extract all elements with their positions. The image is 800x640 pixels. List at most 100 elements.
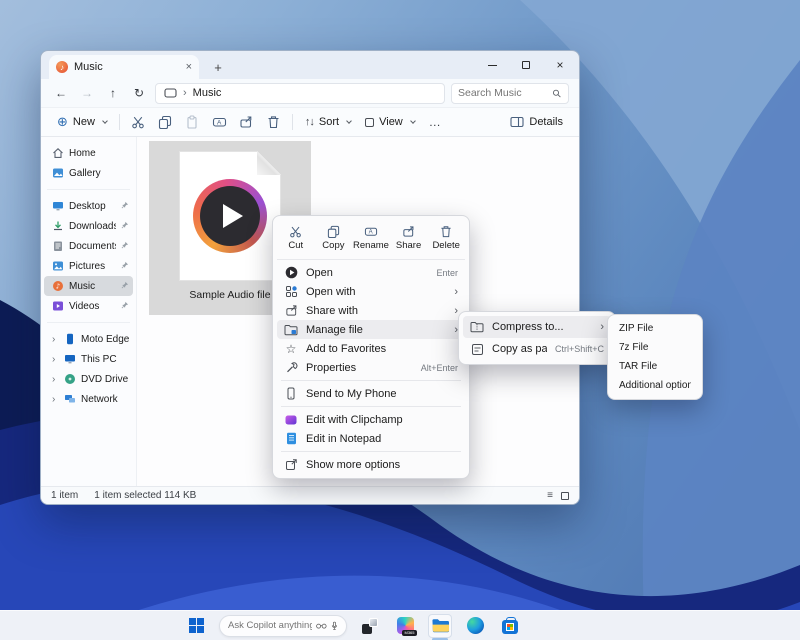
maximize-button[interactable] <box>509 51 543 79</box>
sort-button[interactable]: ↑↓ Sort <box>299 116 357 128</box>
navigation-bar: ← → ↑ ↻ › Music <box>41 79 579 107</box>
menu-item-send-to-my-phone[interactable]: Send to My Phone <box>277 384 465 403</box>
titlebar: ♪ Music × + × <box>41 51 579 79</box>
up-button[interactable]: ↑ <box>103 86 123 100</box>
menu-item-open-with[interactable]: Open with › <box>277 282 465 301</box>
rename-button[interactable]: A <box>207 111 232 133</box>
quick-action-label: Share <box>396 240 421 251</box>
delete-quick-button[interactable]: Delete <box>427 220 465 256</box>
menu-item-tar-file[interactable]: TAR File <box>612 357 698 376</box>
sidebar-item-home[interactable]: Home <box>44 143 133 163</box>
refresh-button[interactable]: ↻ <box>129 86 149 100</box>
menu-item-add-to-favorites[interactable]: ☆ Add to Favorites <box>277 339 465 358</box>
sidebar-item-documents[interactable]: Documents <box>44 236 133 256</box>
file-name-label: Sample Audio file <box>189 289 270 301</box>
edge-browser-button[interactable] <box>463 614 487 638</box>
location-icon <box>164 88 177 99</box>
sidebar-item-pictures[interactable]: Pictures <box>44 256 133 276</box>
sidebar-separator <box>47 189 130 190</box>
chevron-right-icon[interactable]: › <box>52 354 59 365</box>
microphone-icon[interactable] <box>331 620 338 632</box>
cut-button[interactable] <box>126 111 151 133</box>
copilot-search-input[interactable] <box>228 620 312 631</box>
back-button[interactable]: ← <box>51 86 71 100</box>
delete-button[interactable] <box>261 111 286 133</box>
details-button[interactable]: Details <box>504 116 569 128</box>
share-quick-button[interactable]: Share <box>390 220 428 256</box>
this-pc-icon <box>64 353 76 365</box>
menu-item-copy-as-path[interactable]: Copy as path Ctrl+Shift+C <box>463 338 611 360</box>
new-tab-button[interactable]: + <box>209 58 227 76</box>
copy-button[interactable] <box>153 111 178 133</box>
maximize-icon <box>522 61 530 69</box>
music-icon: ♪ <box>52 280 64 292</box>
menu-item-zip-file[interactable]: ZIP File <box>612 319 698 338</box>
list-view-button[interactable]: ≡ <box>547 490 553 501</box>
sidebar-item-phone[interactable]: › Moto Edge 50 Neo <box>44 329 133 349</box>
close-button[interactable]: × <box>543 51 577 79</box>
rename-quick-button[interactable]: A Rename <box>352 220 390 256</box>
search-input[interactable] <box>458 87 548 99</box>
m365-badge: M365 <box>402 630 416 636</box>
view-icon <box>365 118 374 127</box>
menu-item-shortcut: Alt+Enter <box>421 363 458 373</box>
sidebar-item-downloads[interactable]: Downloads <box>44 216 133 236</box>
quick-action-label: Copy <box>322 240 344 251</box>
search-box[interactable] <box>451 83 569 104</box>
task-view-button[interactable] <box>358 614 382 638</box>
menu-item-additional-options[interactable]: Additional options <box>612 376 698 395</box>
page-fold-corner <box>257 151 281 175</box>
share-with-icon <box>284 304 298 317</box>
menu-separator <box>281 406 461 407</box>
taskbar-search[interactable] <box>219 615 347 637</box>
chevron-right-icon[interactable]: › <box>52 394 59 405</box>
start-button[interactable] <box>184 614 208 638</box>
compress-zip-icon <box>470 321 484 333</box>
sidebar-item-dvd-drive[interactable]: › DVD Drive (D:) CCC <box>44 369 133 389</box>
tab-music[interactable]: ♪ Music × <box>49 55 199 79</box>
menu-item-7z-file[interactable]: 7z File <box>612 338 698 357</box>
menu-item-open[interactable]: Open Enter <box>277 263 465 282</box>
thumbnail-view-button[interactable] <box>561 492 569 500</box>
sidebar-item-this-pc[interactable]: › This PC <box>44 349 133 369</box>
m365-copilot-button[interactable]: M365 <box>393 614 417 638</box>
menu-item-share-with[interactable]: Share with › <box>277 301 465 320</box>
breadcrumb-chevron-icon: › <box>183 87 187 99</box>
copy-quick-button[interactable]: Copy <box>315 220 353 256</box>
copilot-vision-glasses-icon <box>316 622 327 630</box>
new-button[interactable]: ⊕ New <box>51 114 113 130</box>
menu-item-edit-in-notepad[interactable]: Edit in Notepad <box>277 429 465 448</box>
tab-close-icon[interactable]: × <box>186 61 192 73</box>
cut-quick-button[interactable]: Cut <box>277 220 315 256</box>
menu-item-label: 7z File <box>619 342 691 353</box>
menu-item-compress-to[interactable]: Compress to... › <box>463 316 611 338</box>
edge-browser-icon <box>467 617 484 634</box>
sidebar-item-network[interactable]: › Network <box>44 389 133 409</box>
microsoft-store-button[interactable] <box>498 614 522 638</box>
chevron-right-icon[interactable]: › <box>52 334 59 345</box>
chevron-right-icon[interactable]: › <box>52 374 59 385</box>
sidebar-item-videos[interactable]: Videos <box>44 296 133 316</box>
menu-item-manage-file[interactable]: Manage file › <box>277 320 465 339</box>
quick-action-label: Delete <box>432 240 459 251</box>
menu-item-label: Add to Favorites <box>306 343 458 355</box>
videos-icon <box>52 300 64 312</box>
paste-button[interactable] <box>180 111 205 133</box>
breadcrumb[interactable]: Music <box>193 87 222 99</box>
svg-text:A: A <box>369 230 373 236</box>
sidebar-item-gallery[interactable]: Gallery <box>44 163 133 183</box>
quick-action-label: Cut <box>288 240 303 251</box>
menu-item-properties[interactable]: Properties Alt+Enter <box>277 358 465 377</box>
menu-item-show-more-options[interactable]: Show more options <box>277 455 465 474</box>
minimize-button[interactable] <box>475 51 509 79</box>
address-bar[interactable]: › Music <box>155 83 445 104</box>
file-explorer-button[interactable] <box>428 614 452 638</box>
more-options-button[interactable]: … <box>423 115 448 129</box>
sidebar-item-desktop[interactable]: Desktop <box>44 196 133 216</box>
menu-item-edit-with-clipchamp[interactable]: Edit with Clipchamp <box>277 410 465 429</box>
view-button[interactable]: View <box>359 116 421 128</box>
share-button[interactable] <box>234 111 259 133</box>
sidebar-item-music[interactable]: ♪ Music <box>44 276 133 296</box>
sidebar-item-label: Videos <box>69 301 99 312</box>
forward-button[interactable]: → <box>77 86 97 100</box>
